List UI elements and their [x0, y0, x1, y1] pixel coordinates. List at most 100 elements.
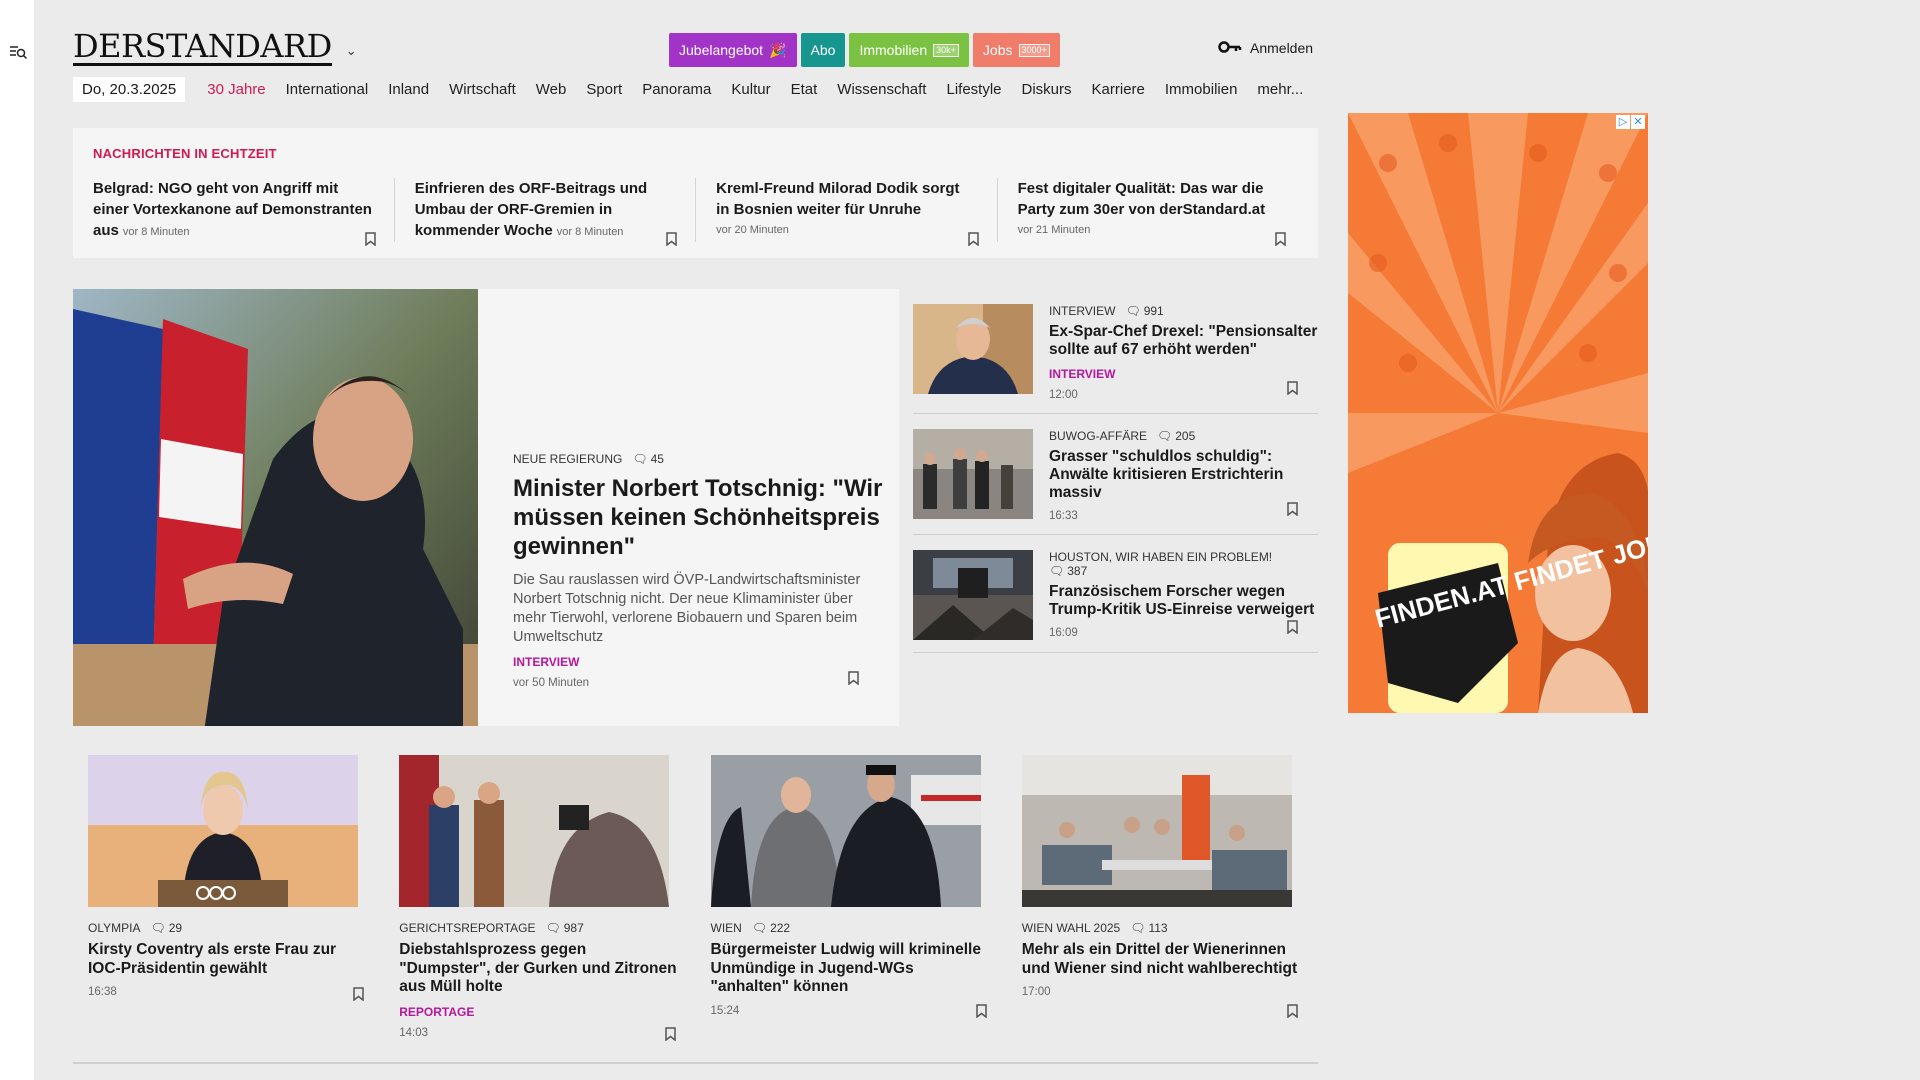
article-kicker: HOUSTON, WIR HABEN EIN PROBLEM! — [1049, 550, 1273, 564]
bookmark-icon[interactable] — [1287, 381, 1298, 395]
bookmark-icon[interactable] — [666, 232, 677, 246]
live-news-ticker: NACHRICHTEN IN ECHTZEIT Belgrad: NGO geh… — [73, 128, 1318, 258]
comments-value: 987 — [563, 921, 584, 935]
comment-icon: 🗨 — [751, 921, 768, 935]
bookmark-icon[interactable] — [1287, 502, 1298, 516]
article-time: 12:00 — [1049, 389, 1078, 401]
ad-info-icon[interactable]: ▷ — [1616, 115, 1630, 129]
menu-search-icon[interactable] — [8, 42, 28, 62]
nav-item-mehr[interactable]: mehr... — [1247, 77, 1313, 102]
nav-item-inland[interactable]: Inland — [378, 77, 439, 102]
ticker-item[interactable]: Fest digitaler Qualität: Das war die Par… — [996, 178, 1298, 246]
comments-value: 205 — [1175, 429, 1196, 443]
ticker-time: vor 8 Minuten — [556, 226, 624, 238]
promo-badge: 3000+ — [1018, 43, 1050, 57]
article-card[interactable]: WIEN 🗨 222 Bürgermeister Ludwig will krimi… — [695, 742, 1007, 1064]
article-title[interactable]: Mehr als ein Drittel der Wienerinnen und… — [1022, 941, 1303, 978]
article-title[interactable]: Diebstahlsprozess gegen "Dumpster", der … — [399, 941, 680, 997]
promo-jobs-button[interactable]: Jobs 3000+ — [972, 33, 1060, 67]
comments-count[interactable]: 🗨 29 — [150, 921, 182, 935]
login-button[interactable]: Anmelden — [1218, 40, 1313, 56]
article-title[interactable]: Kirsty Coventry als erste Frau zur IOC-P… — [88, 941, 369, 978]
article-card[interactable]: WIEN WAHL 2025 🗨 113 Mehr als ein Drittel … — [1006, 742, 1318, 1064]
article-thumbnail[interactable] — [913, 429, 1033, 519]
side-article[interactable]: HOUSTON, WIR HABEN EIN PROBLEM! 🗨 387 Fra… — [913, 535, 1318, 653]
article-thumbnail[interactable] — [913, 550, 1033, 640]
comments-value: 45 — [650, 452, 664, 466]
article-tag: INTERVIEW — [1049, 367, 1116, 381]
nav-item-web[interactable]: Web — [526, 77, 577, 102]
article-title[interactable]: Französischem Forscher wegen Trump-Kriti… — [1049, 583, 1318, 619]
comments-count[interactable]: 🗨 113 — [1130, 921, 1167, 935]
main-nav: Do, 20.3.2025 30 Jahre International Inl… — [73, 77, 1313, 102]
close-icon[interactable]: ✕ — [1631, 115, 1645, 129]
side-article[interactable]: BUWOG-AFFÄRE 🗨 205 Grasser "schuldlos schu… — [913, 414, 1318, 535]
article-time: 14:03 — [399, 1026, 429, 1039]
comments-count[interactable]: 🗨 205 — [1157, 429, 1195, 443]
ticker-item[interactable]: Belgrad: NGO geht von Angriff mit einer … — [93, 178, 394, 246]
article-kicker: INTERVIEW — [1049, 304, 1116, 318]
nav-item-etat[interactable]: Etat — [781, 77, 828, 102]
bookmark-icon[interactable] — [976, 1004, 987, 1018]
article-card[interactable]: GERICHTSREPORTAGE 🗨 987 Diebstahlsprozess … — [384, 742, 696, 1064]
nav-item-immobilien[interactable]: Immobilien — [1155, 77, 1248, 102]
chevron-down-icon[interactable]: ⌄ — [346, 43, 357, 59]
article-image[interactable] — [399, 755, 670, 907]
article-image[interactable] — [710, 755, 981, 907]
article-title[interactable]: Ex-Spar-Chef Drexel: "Pensionsalter soll… — [1049, 323, 1318, 359]
nav-item-sport[interactable]: Sport — [576, 77, 632, 102]
ticker-time: vor 20 Minuten — [716, 224, 789, 236]
bookmark-icon[interactable] — [967, 232, 979, 246]
ticker-time: vor 21 Minuten — [1017, 224, 1091, 236]
nav-item-panorama[interactable]: Panorama — [632, 77, 721, 102]
comments-value: 991 — [1143, 304, 1164, 318]
bookmark-icon[interactable] — [664, 1027, 676, 1041]
nav-item-international[interactable]: International — [276, 77, 379, 102]
ticker-item[interactable]: Kreml-Freund Milorad Dodik sorgt in Bosn… — [695, 178, 996, 246]
site-logo[interactable]: DERSTANDARD — [73, 30, 332, 66]
bookmark-icon[interactable] — [848, 671, 859, 685]
side-article[interactable]: INTERVIEW 🗨 991 Ex-Spar-Chef Drexel: "Pens… — [913, 289, 1318, 414]
nav-item-wissenschaft[interactable]: Wissenschaft — [827, 77, 936, 102]
nav-item-lifestyle[interactable]: Lifestyle — [936, 77, 1011, 102]
nav-item-wirtschaft[interactable]: Wirtschaft — [439, 77, 526, 102]
header-logo-area: DERSTANDARD ⌄ — [73, 30, 357, 66]
comments-count[interactable]: 🗨 45 — [632, 452, 664, 466]
hero-time: vor 50 Minuten — [513, 677, 590, 689]
article-kicker: WIEN WAHL 2025 — [1021, 921, 1121, 935]
article-card[interactable]: OLYMPIA 🗨 29 Kirsty Coventry als erste Fra… — [73, 742, 385, 1064]
article-image[interactable] — [1021, 755, 1292, 907]
bookmark-icon[interactable] — [1275, 232, 1286, 246]
hero-title[interactable]: Minister Norbert Totschnig: "Wir müssen … — [513, 474, 883, 561]
promo-jubelangebot-button[interactable]: Jubelangebot 🎉 — [669, 33, 797, 67]
nav-item-karriere[interactable]: Karriere — [1082, 77, 1155, 102]
article-kicker: GERICHTSREPORTAGE — [399, 921, 536, 935]
nav-item-30-jahre[interactable]: 30 Jahre — [197, 77, 275, 102]
bookmark-icon[interactable] — [1287, 620, 1298, 634]
promo-abo-button[interactable]: Abo — [800, 33, 846, 67]
article-title[interactable]: Grasser "schuldlos schuldig": Anwälte kr… — [1049, 448, 1318, 502]
article-card-row: OLYMPIA 🗨 29 Kirsty Coventry als erste Fra… — [73, 742, 1318, 1064]
ticker-item[interactable]: Einfrieren des ORF-Beitrags und Umbau de… — [393, 178, 695, 246]
bookmark-icon[interactable] — [1287, 1004, 1298, 1018]
nav-item-kultur[interactable]: Kultur — [721, 77, 780, 102]
promo-immobilien-button[interactable]: Immobilien 30k+ — [849, 33, 969, 67]
advertisement[interactable]: FINDEN.AT FINDET JOBS. ▷ ✕ — [1348, 113, 1648, 713]
comments-count[interactable]: 🗨 222 — [752, 921, 790, 935]
nav-item-diskurs[interactable]: Diskurs — [1012, 77, 1082, 102]
article-thumbnail[interactable] — [913, 304, 1033, 394]
comments-count[interactable]: 🗨 987 — [546, 921, 584, 935]
article-image[interactable] — [88, 755, 358, 907]
article-title[interactable]: Bürgermeister Ludwig will kriminelle Unm… — [711, 941, 992, 997]
comments-count[interactable]: 🗨 387 — [1049, 564, 1087, 578]
article-time: 16:38 — [88, 986, 117, 998]
key-icon — [1218, 40, 1242, 56]
hero-article[interactable]: NEUE REGIERUNG 🗨 45 Minister Norbert Totsc… — [73, 289, 899, 726]
hero-image[interactable] — [73, 289, 478, 726]
login-label: Anmelden — [1250, 40, 1314, 56]
side-article-list: INTERVIEW 🗨 991 Ex-Spar-Chef Drexel: "Pens… — [913, 289, 1318, 653]
article-tag: REPORTAGE — [399, 1004, 475, 1019]
comments-count[interactable]: 🗨 991 — [1125, 304, 1163, 318]
bookmark-icon[interactable] — [364, 232, 376, 246]
bookmark-icon[interactable] — [353, 987, 364, 1001]
